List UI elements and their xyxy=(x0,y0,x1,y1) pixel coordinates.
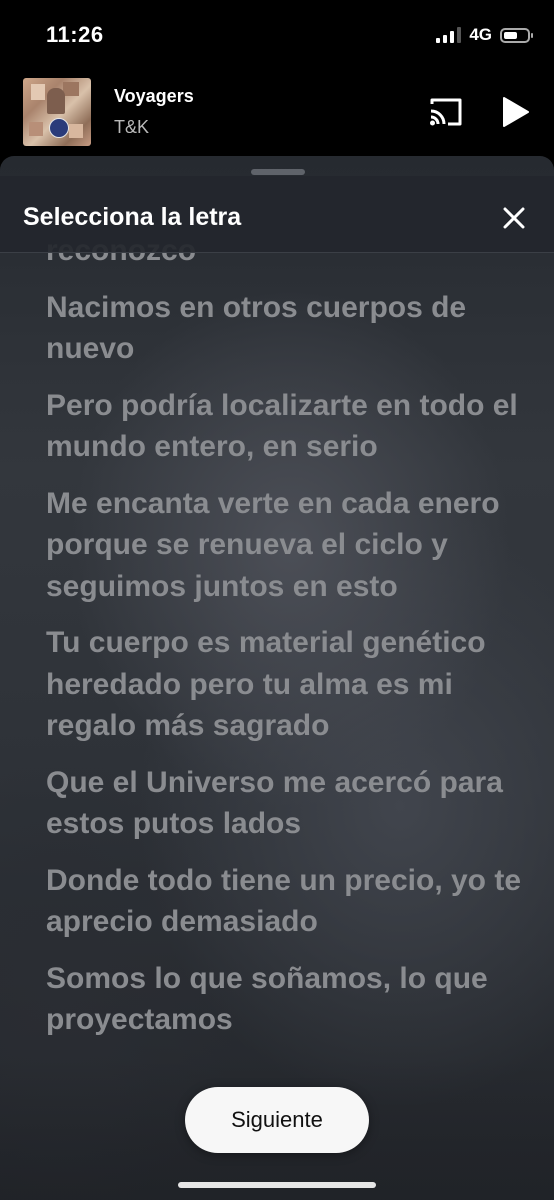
battery-level xyxy=(504,31,518,39)
album-art[interactable] xyxy=(23,78,91,146)
play-button[interactable] xyxy=(500,96,530,128)
close-icon xyxy=(503,207,525,229)
battery-icon xyxy=(500,27,533,43)
status-time: 11:26 xyxy=(46,22,104,47)
mini-player[interactable]: Voyagers T&K xyxy=(0,70,554,156)
home-indicator[interactable] xyxy=(178,1182,376,1188)
lyrics-list[interactable]: reconozco Nacimos en otros cuerpos de nu… xyxy=(46,234,526,1056)
network-type: 4G xyxy=(469,25,492,44)
lyric-line[interactable]: Que el Universo me acercó para estos put… xyxy=(46,762,526,845)
lyrics-sheet: Selecciona la letra reconozco Nacimos en… xyxy=(0,156,554,1200)
lyric-line[interactable]: Me encanta verte en cada enero porque se… xyxy=(46,483,526,608)
lyric-line[interactable]: Nacimos en otros cuerpos de nuevo xyxy=(46,287,526,370)
cast-button[interactable] xyxy=(428,96,464,128)
song-artist[interactable]: T&K xyxy=(114,117,149,138)
lyric-line[interactable]: Pero podría localizarte en todo el mundo… xyxy=(46,385,526,468)
lyric-line[interactable]: Tu cuerpo es material genético heredado … xyxy=(46,622,526,747)
song-title[interactable]: Voyagers xyxy=(114,86,194,107)
sheet-header: Selecciona la letra xyxy=(0,176,554,253)
screen: 11:26 4G Voyagers T&K Selecciona la letr… xyxy=(0,0,554,1200)
cast-icon xyxy=(430,98,462,126)
lyric-line[interactable]: Somos lo que soñamos, lo que proyectamos xyxy=(46,958,526,1041)
play-icon xyxy=(503,97,529,127)
signal-icon xyxy=(436,27,462,43)
next-button[interactable]: Siguiente xyxy=(185,1087,369,1153)
drag-handle[interactable] xyxy=(251,169,305,175)
close-button[interactable] xyxy=(502,206,526,230)
status-bar: 11:26 4G xyxy=(0,0,554,70)
status-indicators: 4G xyxy=(436,25,533,45)
sheet-title: Selecciona la letra xyxy=(23,203,242,231)
album-badge-icon xyxy=(49,118,69,138)
lyric-line[interactable]: Donde todo tiene un precio, yo te apreci… xyxy=(46,860,526,943)
